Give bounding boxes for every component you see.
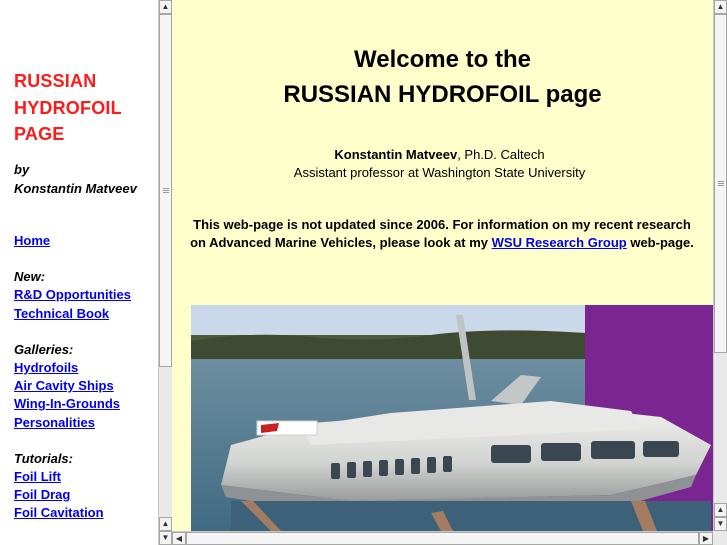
left-navigation-frame: RUSSIAN HYDROFOIL PAGE by Konstantin Mat…	[0, 0, 158, 545]
main-frame-vertical-scrollbar[interactable]: ▲ ▲ ▼	[713, 0, 727, 545]
author-name: Konstantin Matveev	[334, 147, 458, 162]
arrow-down-icon[interactable]: ▼	[159, 531, 172, 545]
main-content-frame: Welcome to the RUSSIAN HYDROFOIL page Ko…	[172, 0, 713, 531]
notice-text-end: web-page.	[626, 235, 694, 250]
update-notice: This web-page is not updated since 2006.…	[188, 216, 696, 252]
nav-section-heading-tutorials: Tutorials:	[14, 450, 73, 466]
site-title: RUSSIAN HYDROFOIL PAGE	[14, 68, 122, 148]
grip-icon	[718, 181, 724, 187]
arrow-up-icon[interactable]: ▲	[714, 503, 727, 517]
site-title-line: PAGE	[14, 124, 65, 144]
nav-link-wing-in-grounds[interactable]: Wing-In-Grounds	[14, 395, 131, 413]
grip-icon	[163, 188, 169, 194]
nav-link-air-cavity-ships[interactable]: Air Cavity Ships	[14, 377, 131, 395]
welcome-heading-line: Welcome to the	[354, 46, 531, 73]
byline-author: Konstantin Matveev	[14, 181, 137, 196]
nav-link-foil-drag[interactable]: Foil Drag	[14, 486, 131, 504]
author-byline: by Konstantin Matveev	[14, 160, 137, 198]
arrow-up-icon[interactable]: ▲	[159, 517, 172, 531]
wsu-research-group-link[interactable]: WSU Research Group	[492, 235, 627, 250]
nav-link-hydrofoils[interactable]: Hydrofoils	[14, 359, 131, 377]
hydrofoil-boat-image	[191, 305, 713, 531]
author-position: Assistant professor at Washington State …	[293, 165, 586, 180]
site-title-line: HYDROFOIL	[14, 97, 122, 118]
nav-link-home[interactable]: Home	[14, 232, 131, 250]
sidebar-navigation: Home New: R&D Opportunities Technical Bo…	[14, 232, 131, 523]
arrow-down-icon[interactable]: ▼	[714, 517, 727, 531]
nav-section-heading-new: New:	[14, 269, 46, 285]
author-degree: , Ph.D. Caltech	[457, 147, 545, 162]
arrow-right-icon[interactable]: ▶	[699, 532, 713, 545]
nav-link-rd-opportunities[interactable]: R&D Opportunities	[14, 286, 131, 304]
nav-link-foil-cavitation[interactable]: Foil Cavitation	[14, 504, 131, 522]
nav-section-heading-galleries: Galleries:	[14, 341, 74, 357]
nav-link-foil-lift[interactable]: Foil Lift	[14, 468, 131, 486]
main-scrollbar-thumb[interactable]	[714, 14, 727, 353]
nav-link-technical-book[interactable]: Technical Book	[14, 305, 131, 323]
left-frame-vertical-scrollbar[interactable]: ▲ ▲ ▼	[158, 0, 172, 545]
left-scrollbar-thumb[interactable]	[159, 14, 172, 367]
site-title-line: RUSSIAN	[14, 71, 97, 91]
welcome-heading-line: RUSSIAN HYDROFOIL page	[283, 81, 602, 108]
horizontal-scrollbar-thumb[interactable]	[186, 532, 699, 545]
hydrofoil-photo	[191, 305, 713, 531]
arrow-up-icon[interactable]: ▲	[159, 0, 172, 14]
nav-link-personalities[interactable]: Personalities	[14, 414, 131, 432]
main-frame-horizontal-scrollbar[interactable]: ◀ ▶	[172, 531, 713, 545]
scrollbar-corner	[713, 531, 727, 545]
arrow-left-icon[interactable]: ◀	[172, 532, 186, 545]
author-info: Konstantin Matveev, Ph.D. Caltech Assist…	[172, 146, 707, 182]
byline-by: by	[14, 162, 30, 177]
arrow-up-icon[interactable]: ▲	[714, 0, 727, 14]
